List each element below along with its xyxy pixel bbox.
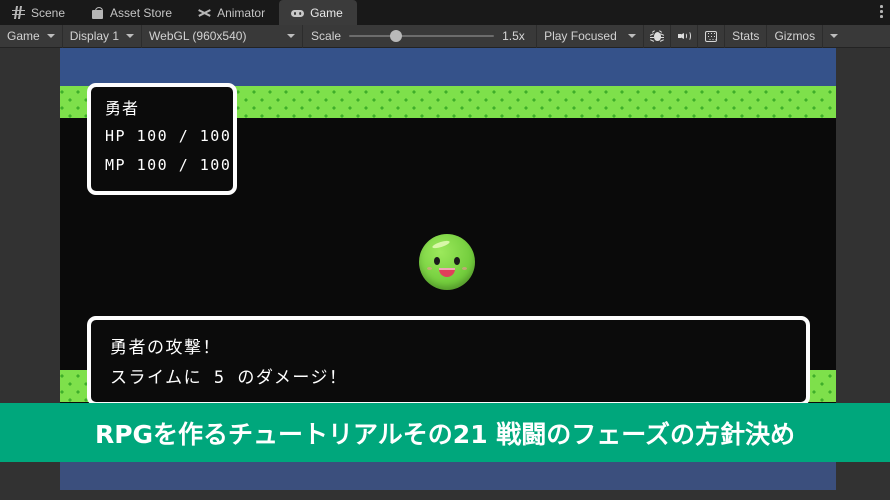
tab-animator-label: Animator bbox=[217, 5, 266, 20]
play-mode-value: Play Focused bbox=[544, 29, 617, 43]
editor-tab-bar: Scene Asset Store Animator Game bbox=[0, 0, 890, 25]
status-window: 勇者 HP 100 / 100 MP 100 / 100 bbox=[87, 83, 237, 195]
tab-scene-label: Scene bbox=[31, 5, 66, 20]
bag-icon bbox=[91, 6, 104, 19]
resolution-dropdown[interactable]: WebGL (960x540) bbox=[142, 25, 302, 48]
tab-game-label: Game bbox=[310, 5, 343, 20]
message-line-2: スライムに 5 のダメージ！ bbox=[110, 368, 348, 388]
stats-toggle[interactable]: Stats bbox=[725, 25, 766, 48]
scale-value: 1.5x bbox=[502, 29, 525, 43]
unity-editor-game-window: Scene Asset Store Animator Game Game Dis… bbox=[0, 0, 890, 500]
tab-scene[interactable]: Scene bbox=[0, 0, 79, 25]
aspect-ratio-value: Game bbox=[7, 29, 40, 43]
scale-control[interactable]: Scale 1.5x bbox=[303, 29, 536, 43]
slime-cheek-right bbox=[462, 267, 467, 270]
aspect-ratio-dropdown[interactable]: Game bbox=[0, 25, 62, 48]
display-dropdown[interactable]: Display 1 bbox=[63, 25, 141, 48]
mp-value: MP 100 / 100 bbox=[105, 156, 232, 174]
tab-asset-store[interactable]: Asset Store bbox=[79, 0, 186, 25]
slider-knob[interactable] bbox=[389, 30, 402, 42]
slime-cheek-left bbox=[427, 267, 432, 270]
chevron-down-icon bbox=[830, 34, 839, 38]
sky-band-top bbox=[60, 48, 836, 86]
keyboard-shortcut-icon bbox=[705, 30, 718, 42]
stats-label: Stats bbox=[732, 29, 760, 43]
hp-value: HP 100 / 100 bbox=[105, 127, 232, 145]
mute-audio-button[interactable] bbox=[671, 25, 697, 48]
bug-icon bbox=[649, 29, 665, 43]
display-value: Display 1 bbox=[69, 29, 120, 43]
chevron-down-icon bbox=[287, 34, 296, 38]
mute-audio-icon bbox=[678, 30, 692, 43]
goggles-icon bbox=[291, 6, 305, 19]
chevron-down-icon bbox=[628, 34, 637, 38]
message-window[interactable]: 勇者の攻撃！ スライムに 5 のダメージ！ bbox=[87, 316, 810, 406]
tab-asset-store-label: Asset Store bbox=[110, 5, 173, 20]
character-name: 勇者 bbox=[105, 99, 140, 118]
keyboard-shortcut-button[interactable] bbox=[698, 25, 724, 48]
grid-icon bbox=[12, 6, 25, 19]
tab-game[interactable]: Game bbox=[279, 0, 357, 25]
toggle-debug-button[interactable] bbox=[644, 25, 670, 48]
resolution-value: WebGL (960x540) bbox=[149, 29, 247, 43]
slime-eye-left bbox=[434, 257, 440, 265]
slider-track bbox=[349, 35, 495, 37]
tutorial-title-text: RPGを作るチュートリアルその21 戦闘のフェーズの方針決め bbox=[94, 419, 796, 449]
slime-eye-right bbox=[454, 257, 460, 265]
play-mode-dropdown[interactable]: Play Focused bbox=[537, 25, 643, 48]
sky-band-bottom bbox=[60, 462, 836, 490]
scale-slider[interactable] bbox=[349, 29, 495, 43]
message-line-1: 勇者の攻撃！ bbox=[110, 338, 221, 358]
animator-icon bbox=[198, 6, 211, 19]
game-view-toolbar: Game Display 1 WebGL (960x540) Scale 1.5… bbox=[0, 24, 890, 48]
tutorial-title-banner: RPGを作るチュートリアルその21 戦闘のフェーズの方針決め bbox=[0, 403, 890, 462]
kebab-menu-icon[interactable] bbox=[880, 5, 884, 20]
slime-sprite bbox=[419, 234, 475, 290]
chevron-down-icon bbox=[46, 34, 55, 38]
tab-animator[interactable]: Animator bbox=[186, 0, 279, 25]
gizmos-dropdown[interactable]: Gizmos bbox=[767, 25, 822, 48]
scale-label: Scale bbox=[311, 29, 342, 43]
chevron-down-icon bbox=[126, 34, 135, 38]
gizmos-label: Gizmos bbox=[774, 29, 816, 43]
gizmos-options-dropdown[interactable] bbox=[823, 25, 843, 48]
